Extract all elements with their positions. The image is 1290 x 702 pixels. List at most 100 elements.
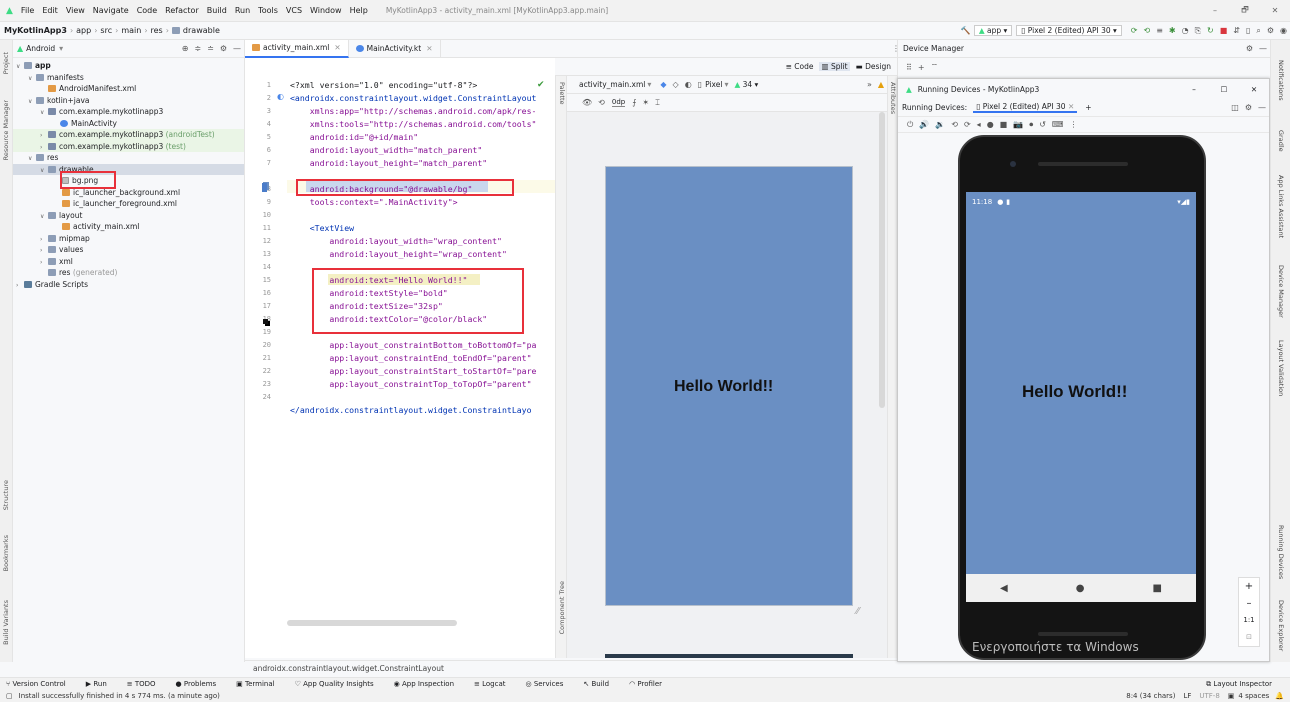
tool-notifications[interactable]: Notifications xyxy=(1277,60,1285,101)
dm-hide-icon[interactable]: — xyxy=(1259,44,1267,53)
menu-view[interactable]: View xyxy=(66,6,85,15)
breadcrumb-drawable[interactable]: drawable xyxy=(183,26,220,35)
guidelines-icon[interactable]: ⌶ xyxy=(655,98,660,108)
overview-icon[interactable]: ■ xyxy=(1000,120,1008,129)
options-icon[interactable]: ⚙ xyxy=(220,44,227,53)
cursor-position[interactable]: 8:4 (34 chars) xyxy=(1126,692,1175,700)
infer-constraints-icon[interactable]: ✶ xyxy=(642,98,649,107)
run-config-select[interactable]: ▲ app ▾ xyxy=(973,25,1013,36)
breadcrumb-main[interactable]: main xyxy=(121,26,141,35)
tree-package-test[interactable]: › com.example.mykotlinapp3 (test) xyxy=(13,140,244,152)
rd-layout-icon[interactable]: ◫ xyxy=(1231,103,1239,112)
maximize-button[interactable]: 🗗 xyxy=(1230,4,1260,18)
default-margin-field[interactable]: 0dp xyxy=(611,98,626,107)
stop-icon[interactable]: ■ xyxy=(1220,26,1228,35)
back-icon[interactable]: ◂ xyxy=(977,120,981,129)
volume-up-icon[interactable]: 🔊 xyxy=(919,120,929,129)
code-mode-button[interactable]: ≡ Code xyxy=(786,62,814,71)
tree-app[interactable]: ∨ app xyxy=(13,60,244,72)
rd-close-button[interactable]: ✕ xyxy=(1239,85,1269,94)
tree-values[interactable]: › values xyxy=(13,244,244,256)
breadcrumb-res[interactable]: res xyxy=(151,26,163,35)
tree-bg-png[interactable]: bg.png xyxy=(13,175,244,187)
minimize-button[interactable]: – xyxy=(1200,6,1230,15)
component-tree-tab[interactable]: Component Tree xyxy=(558,581,566,634)
tree-gradle-scripts[interactable]: › Gradle Scripts xyxy=(13,279,244,291)
attributes-tab[interactable]: Attributes xyxy=(889,82,897,114)
screenrecord-icon[interactable]: ⏺ xyxy=(1029,120,1033,130)
tool-app-links[interactable]: App Links Assistant xyxy=(1277,175,1285,238)
tool-project[interactable]: Project xyxy=(2,52,10,74)
rd-maximize-button[interactable]: ☐ xyxy=(1209,85,1239,94)
tool-resource-manager[interactable]: Resource Manager xyxy=(2,100,10,160)
tool-running-devices[interactable]: Running Devices xyxy=(1277,525,1285,579)
rd-more-icon[interactable]: ⋮ xyxy=(1069,120,1077,129)
split-mode-button[interactable]: ▥ Split xyxy=(819,62,850,71)
menu-edit[interactable]: Edit xyxy=(42,6,58,15)
tree-activity-main[interactable]: activity_main.xml xyxy=(13,221,244,233)
file-encoding[interactable]: UTF-8 xyxy=(1199,692,1219,700)
tool-device-explorer[interactable]: Device Explorer xyxy=(1277,600,1285,651)
phone-home-button[interactable]: ● xyxy=(1076,583,1085,594)
breadcrumb-app[interactable]: app xyxy=(76,26,91,35)
phone-back-button[interactable]: ◀ xyxy=(1000,583,1008,594)
design-scrollbar[interactable] xyxy=(879,112,885,408)
tool-build[interactable]: ↖ Build xyxy=(583,680,619,688)
zoom-out-button[interactable]: – xyxy=(1239,595,1259,612)
add-device-icon[interactable]: + xyxy=(918,63,925,72)
rotate-right-icon[interactable]: ⟳ xyxy=(964,120,971,129)
device-icon[interactable]: ▯ xyxy=(698,80,702,89)
rd-minimize-button[interactable]: – xyxy=(1179,85,1209,94)
tree-layout[interactable]: ∨ layout xyxy=(13,210,244,222)
tool-version-control[interactable]: ⑂ Version Control xyxy=(6,680,76,688)
debug-icon[interactable]: ✱ xyxy=(1169,26,1176,35)
expand-all-icon[interactable]: ≑ xyxy=(194,44,201,53)
tree-mainactivity[interactable]: MainActivity xyxy=(13,118,244,130)
tool-app-quality[interactable]: ♡ App Quality Insights xyxy=(295,680,384,688)
api-select[interactable]: ▲ 34 ▾ xyxy=(734,80,758,89)
rd-settings-icon[interactable]: ⚙ xyxy=(1245,103,1252,112)
tool-layout-inspector[interactable]: ⧉ Layout Inspector xyxy=(1206,680,1282,689)
tree-ic-launcher-background[interactable]: ic_launcher_background.xml xyxy=(13,187,244,199)
zoom-in-button[interactable]: + xyxy=(1239,578,1259,595)
tool-services[interactable]: ◎ Services xyxy=(526,680,574,688)
orientation-icon[interactable]: ◇ xyxy=(673,80,679,89)
tool-structure[interactable]: Structure xyxy=(2,480,10,510)
device-tab[interactable]: ▯ Pixel 2 (Edited) API 30 ✕ xyxy=(973,102,1078,113)
tool-gradle[interactable]: Gradle xyxy=(1277,130,1285,152)
dm-settings-icon[interactable]: ⚙ xyxy=(1246,44,1253,53)
night-mode-icon[interactable]: ◐ xyxy=(685,80,692,89)
settings-icon[interactable]: ⚙ xyxy=(1267,26,1274,35)
tree-androidmanifest[interactable]: AndroidManifest.xml xyxy=(13,83,244,95)
device-select[interactable]: ▯ Pixel 2 (Edited) API 30 ▾ xyxy=(1016,25,1122,36)
apply-code-changes-icon[interactable]: ⟲ xyxy=(1143,26,1150,35)
tab-activity-main[interactable]: activity_main.xml ✕ xyxy=(245,39,349,58)
compose-preview-icon[interactable]: ◐ xyxy=(277,92,284,101)
notifications-icon[interactable]: 🔔 xyxy=(1275,692,1284,700)
reset-icon[interactable]: ↺ xyxy=(1039,120,1046,129)
rd-hide-icon[interactable]: — xyxy=(1258,103,1266,112)
tool-terminal[interactable]: ▣ Terminal xyxy=(236,680,284,688)
tree-res[interactable]: ∨ res xyxy=(13,152,244,164)
design-mode-icon[interactable]: ◆ xyxy=(660,80,666,89)
search-icon[interactable]: ⌕ xyxy=(1256,26,1260,36)
menu-run[interactable]: Run xyxy=(235,6,250,15)
warning-icon[interactable]: ▲ xyxy=(878,80,884,89)
device-select-design[interactable]: Pixel xyxy=(705,80,722,89)
menu-refactor[interactable]: Refactor xyxy=(165,6,199,15)
volume-down-icon[interactable]: 🔉 xyxy=(935,120,945,129)
status-message[interactable]: Install successfully finished in 4 s 774… xyxy=(19,692,220,700)
tree-package-androidtest[interactable]: › com.example.mykotlinapp3 (androidTest) xyxy=(13,129,244,141)
line-separator[interactable]: LF xyxy=(1183,692,1191,700)
sync-icon[interactable]: ⇵ xyxy=(1233,26,1240,35)
power-icon[interactable]: ⏻ xyxy=(907,120,913,130)
tab-mainactivity[interactable]: MainActivity.kt ✕ xyxy=(349,39,441,58)
zoom-fit-icon[interactable]: ⊡ xyxy=(1239,629,1259,646)
autoconnect-icon[interactable]: ⟲ xyxy=(598,98,605,107)
more-icon[interactable]: » xyxy=(867,80,872,89)
device-manager-icon[interactable]: ▯ xyxy=(1246,26,1250,35)
wifi-pair-icon[interactable]: ⌔ xyxy=(931,62,939,72)
hide-icon[interactable]: — xyxy=(233,44,241,53)
menu-build[interactable]: Build xyxy=(207,6,227,15)
menu-vcs[interactable]: VCS xyxy=(286,6,302,15)
